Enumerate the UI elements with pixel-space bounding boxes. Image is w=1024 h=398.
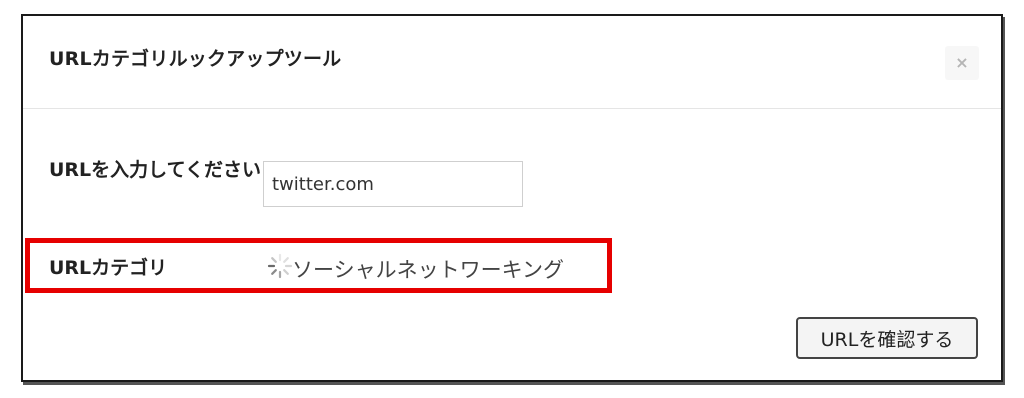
url-input[interactable]	[263, 161, 523, 207]
modal-title: URLカテゴリルックアップツール	[49, 48, 342, 70]
category-value: ソーシャルネットワーキング	[292, 258, 564, 282]
url-input-label: URLを入力してください	[49, 159, 262, 181]
close-icon: ×	[955, 53, 969, 72]
confirm-url-button[interactable]: URLを確認する	[796, 317, 978, 359]
modal-header: URLカテゴリルックアップツール ×	[23, 16, 1001, 109]
category-label: URLカテゴリ	[49, 257, 168, 279]
url-lookup-modal: URLカテゴリルックアップツール × URLを入力してください URLカテゴリ …	[21, 14, 1003, 382]
close-button[interactable]: ×	[945, 46, 979, 80]
category-highlight: URLカテゴリ ソーシャルネットワーキング	[25, 238, 612, 293]
spinner-icon	[267, 253, 293, 279]
